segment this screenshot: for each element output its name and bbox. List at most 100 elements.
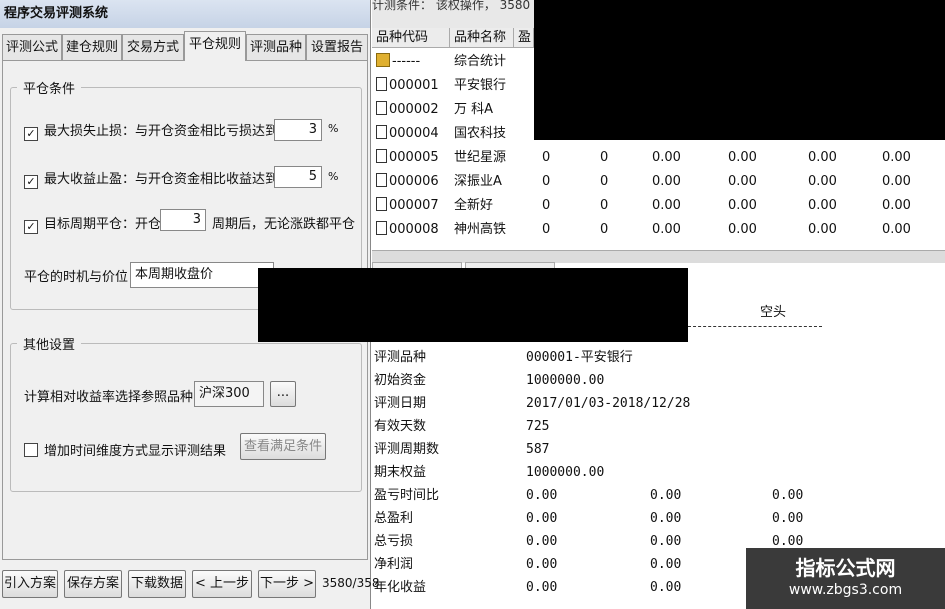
- other-settings-group: 其他设置: [10, 334, 362, 492]
- grid-row-code[interactable]: 000005: [376, 146, 439, 170]
- grid-row-value: 0: [600, 198, 609, 213]
- folder-icon: [376, 53, 390, 67]
- report-row-value: 0.00: [526, 488, 558, 503]
- grid-row-value: 0.00: [728, 222, 757, 237]
- grid-row-value: 0: [600, 150, 609, 165]
- grid-row-code[interactable]: 000001: [376, 74, 439, 98]
- report-row-label: 年化收益: [374, 580, 427, 595]
- grid-row-value: 0.00: [808, 150, 837, 165]
- grid-row-value: 0.00: [808, 174, 837, 189]
- grid-code-text: 000006: [389, 174, 439, 189]
- report-row-label: 期末权益: [374, 465, 427, 480]
- report-row-label: 盈亏时间比: [374, 488, 440, 503]
- report-short-header: 空头: [760, 305, 787, 320]
- time-dim-label: 增加时间维度方式显示评测结果: [44, 444, 227, 459]
- report-header-divider: [688, 326, 822, 327]
- report-row-label: 净利润: [374, 557, 414, 572]
- max-loss-input[interactable]: 3: [274, 119, 322, 141]
- report-row-value: 0.00: [650, 488, 682, 503]
- tab-close-rules[interactable]: 平仓规则: [184, 31, 246, 61]
- watermark-badge: 指标公式网 www.zbgs3.com: [746, 548, 945, 609]
- view-conditions-button[interactable]: 查看满足条件: [240, 433, 326, 460]
- grid-row-name[interactable]: 世纪星源: [454, 146, 506, 170]
- grid-code-text: 000005: [389, 150, 439, 165]
- grid-row-name[interactable]: 万 科A: [454, 98, 493, 122]
- report-row-value: 587: [526, 442, 550, 457]
- import-plan-button[interactable]: 引入方案: [2, 570, 58, 598]
- max-profit-row: ✓ 最大收益止盈：与开仓资金相比收益达到: [24, 168, 278, 189]
- grid-row-code[interactable]: 000002: [376, 98, 439, 122]
- grid-row-name[interactable]: 国农科技: [454, 122, 506, 146]
- grid-row-name[interactable]: 平安银行: [454, 74, 506, 98]
- grid-row-code[interactable]: 000008: [376, 218, 439, 242]
- ref-instrument-label: 计算相对收益率选择参照品种: [24, 390, 194, 405]
- target-period-input[interactable]: 3: [160, 209, 206, 231]
- report-row-value: 0.00: [772, 511, 804, 526]
- ref-instrument-field[interactable]: 沪深300: [194, 381, 264, 407]
- grid-row-name[interactable]: 深振业A: [454, 170, 502, 194]
- target-period-label: 目标周期平仓：开仓: [44, 217, 162, 232]
- max-profit-checkbox[interactable]: ✓: [24, 175, 38, 189]
- grid-row-name[interactable]: 神州高铁: [454, 218, 506, 242]
- report-row-value: 0.00: [650, 580, 682, 595]
- close-timing-select[interactable]: 本周期收盘价: [130, 262, 274, 288]
- close-timing-label: 平仓的时机与价位: [24, 270, 129, 285]
- download-data-button[interactable]: 下载数据: [128, 570, 186, 598]
- grid-header-code[interactable]: 品种代码: [372, 28, 450, 48]
- time-dim-checkbox[interactable]: [24, 443, 38, 457]
- grid-row-code[interactable]: 000007: [376, 194, 439, 218]
- grid-row-value: 0: [542, 198, 551, 213]
- grid-code-text: 000004: [389, 126, 439, 141]
- grid-row-value: 0.00: [882, 222, 911, 237]
- grid-header-profit[interactable]: 盈: [514, 28, 534, 48]
- grid-row-code[interactable]: ------: [376, 50, 420, 74]
- grid-row-value: 0.00: [652, 222, 681, 237]
- grid-row-name[interactable]: 全新好: [454, 194, 493, 218]
- max-profit-label: 最大收益止盈：与开仓资金相比收益达到: [44, 172, 279, 187]
- grid-row-value: 0.00: [808, 198, 837, 213]
- tab-report-settings[interactable]: 设置报告: [306, 34, 368, 60]
- max-loss-row: ✓ 最大损失止损：与开仓资金相比亏损达到: [24, 120, 278, 141]
- report-row-value: 725: [526, 419, 550, 434]
- tab-trade-mode[interactable]: 交易方式: [122, 34, 184, 60]
- save-plan-button[interactable]: 保存方案: [64, 570, 122, 598]
- grid-row-code[interactable]: 000006: [376, 170, 439, 194]
- grid-row-value: 0: [542, 222, 551, 237]
- document-icon: [376, 77, 387, 91]
- grid-code-text: 000008: [389, 222, 439, 237]
- report-row-value: 0.00: [650, 557, 682, 572]
- grid-row-code[interactable]: 000004: [376, 122, 439, 146]
- tab-open-rules[interactable]: 建仓规则: [62, 34, 122, 60]
- target-period-suffix: 周期后，无论涨跌都平仓: [212, 217, 356, 232]
- report-row-value: 0.00: [526, 557, 558, 572]
- report-row-label: 总盈利: [374, 511, 414, 526]
- report-row-value: 1000000.00: [526, 373, 605, 388]
- grid-row-name[interactable]: 综合统计: [454, 50, 506, 74]
- max-loss-checkbox[interactable]: ✓: [24, 127, 38, 141]
- grid-row-value: 0: [542, 174, 551, 189]
- prev-step-button[interactable]: < 上一步: [192, 570, 252, 598]
- grid-row-value: 0: [600, 174, 609, 189]
- max-profit-input[interactable]: 5: [274, 166, 322, 188]
- max-loss-unit: %: [328, 122, 339, 135]
- watermark-url: www.zbgs3.com: [788, 582, 903, 598]
- report-row-label: 初始资金: [374, 373, 427, 388]
- target-period-checkbox[interactable]: ✓: [24, 220, 38, 234]
- document-icon: [376, 197, 387, 211]
- grid-row-value: 0.00: [652, 174, 681, 189]
- progress-status: 3580/358: [322, 576, 380, 590]
- report-row-value: 0.00: [650, 534, 682, 549]
- watermark-title: 指标公式网: [795, 556, 896, 580]
- report-row-label: 评测日期: [374, 396, 427, 411]
- tab-instruments[interactable]: 评测品种: [246, 34, 306, 60]
- ref-instrument-browse-button[interactable]: ...: [270, 381, 296, 407]
- grid-row-value: 0.00: [728, 174, 757, 189]
- grid-header-name[interactable]: 品种名称: [450, 28, 514, 48]
- report-row-value: 0.00: [526, 534, 558, 549]
- grid-row-value: 0.00: [728, 198, 757, 213]
- max-profit-unit: %: [328, 170, 339, 183]
- tab-formula[interactable]: 评测公式: [2, 34, 62, 60]
- next-step-button[interactable]: 下一步 >: [258, 570, 316, 598]
- report-row-label: 评测品种: [374, 350, 427, 365]
- other-settings-legend: 其他设置: [23, 338, 76, 353]
